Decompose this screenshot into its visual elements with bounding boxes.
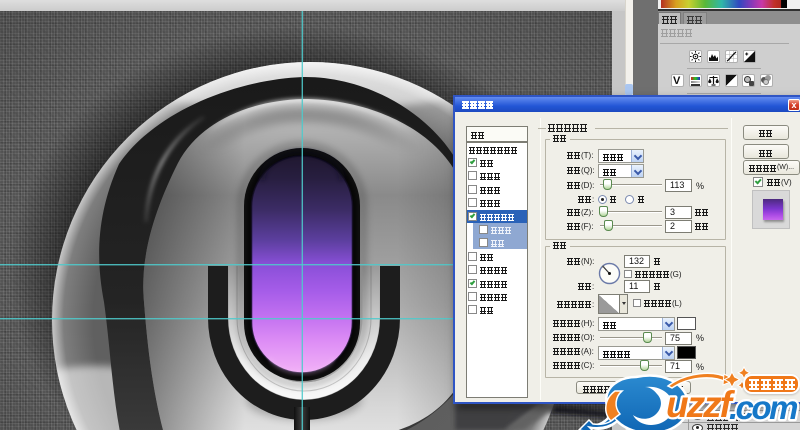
- svg-text:uzzf: uzzf: [666, 384, 736, 425]
